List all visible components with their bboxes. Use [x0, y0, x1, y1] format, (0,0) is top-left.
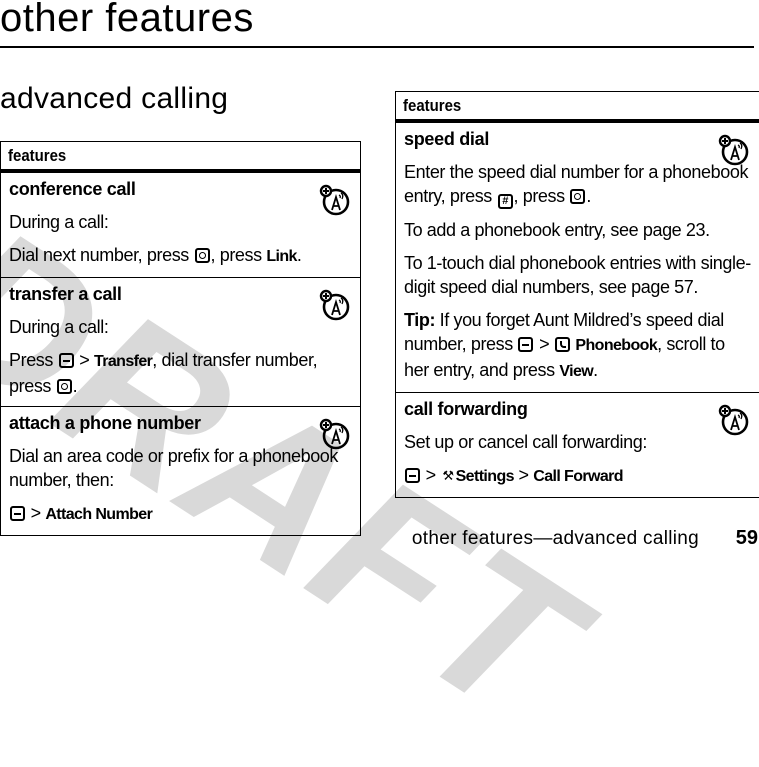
feature-text: During a call: — [9, 210, 352, 234]
page-title: other features — [0, 0, 254, 40]
network-feature-icon — [717, 133, 751, 167]
network-feature-icon — [717, 403, 751, 437]
network-feature-icon — [318, 417, 352, 451]
center-key-icon — [56, 379, 72, 394]
text-run: > — [26, 503, 46, 523]
text-run: . — [586, 186, 591, 206]
center-key-icon — [194, 248, 210, 263]
feature-title: speed dial — [404, 129, 490, 149]
features-table-right: features speed dial Enter the speed dial … — [395, 91, 759, 498]
menu-option-label: Call Forward — [533, 468, 623, 485]
text-run: . — [72, 376, 78, 396]
menu-option-label: Link — [266, 248, 297, 265]
title-divider — [0, 46, 754, 48]
text-run: Set up or cancel call forwarding: — [404, 432, 647, 452]
text-run: > — [421, 465, 441, 485]
feature-row: call forwarding Set up or cancel call for… — [396, 392, 759, 497]
text-run: , press — [513, 186, 570, 206]
feature-text: To add a phonebook entry, see page 23. — [404, 218, 751, 242]
feature-text: Dial next number, press , press Link. — [9, 243, 352, 269]
menu-key-icon — [518, 337, 534, 352]
menu-option-label: Phonebook — [575, 337, 658, 354]
menu-key-icon — [405, 468, 420, 483]
text-run: > — [513, 465, 534, 485]
center-key-icon — [570, 189, 586, 204]
text-run: . — [593, 360, 598, 380]
menu-key-icon — [10, 506, 25, 521]
tip-label: Tip: — [404, 310, 436, 330]
feature-text: Set up or cancel call forwarding: — [404, 430, 751, 454]
text-run: During a call: — [9, 317, 109, 337]
hash-key-icon: # — [497, 194, 513, 209]
text-run: To 1-touch dial phonebook entries with s… — [404, 253, 751, 297]
menu-key-icon — [58, 353, 74, 368]
feature-text: Press > Transfer, dial transfer number, … — [9, 348, 352, 398]
text-run: To add a phonebook entry, see page 23. — [404, 220, 710, 240]
feature-row: conference call During a call: Dial next n… — [1, 173, 360, 277]
feature-text: To 1-touch dial phonebook entries with s… — [404, 251, 751, 299]
feature-text: > ⚒ Settings > Call Forward — [404, 463, 751, 489]
feature-row: attach a phone number Dial an area code o… — [1, 406, 360, 535]
menu-option-label: Transfer — [93, 353, 153, 370]
text-run: , press — [210, 245, 267, 265]
table-header: features — [403, 96, 462, 115]
network-feature-icon — [318, 288, 352, 322]
features-table-left: features conference call During a call: Di… — [0, 141, 361, 536]
section-title: advanced calling — [0, 82, 229, 115]
network-feature-icon — [318, 183, 352, 217]
text-run: > — [534, 334, 554, 354]
feature-title: transfer a call — [9, 284, 122, 304]
text-run: . — [296, 245, 302, 265]
settings-icon: ⚒ — [442, 468, 454, 483]
text-run: During a call: — [9, 212, 109, 232]
text-run: Dial next number, press — [9, 245, 194, 265]
feature-text: Dial an area code or prefix for a phoneb… — [9, 444, 352, 492]
menu-option-label: View — [559, 363, 594, 380]
feature-row: speed dial Enter the speed dial number fo… — [396, 123, 759, 392]
feature-text: During a call: — [9, 315, 352, 339]
menu-option-label: Settings — [455, 468, 515, 485]
feature-text: Enter the speed dial number for a phoneb… — [404, 160, 751, 209]
text-run: Dial an area code or prefix for a phoneb… — [9, 446, 339, 490]
phonebook-icon — [554, 337, 570, 352]
page-number: 59 — [735, 527, 758, 549]
feature-text: > Attach Number — [9, 501, 352, 527]
feature-row: transfer a call During a call: Press > Tra… — [1, 277, 360, 406]
feature-text: Tip: If you forget Aunt Mildred’s speed … — [404, 308, 751, 384]
feature-title: conference call — [9, 179, 136, 199]
feature-title: attach a phone number — [9, 413, 201, 433]
feature-title: call forwarding — [404, 399, 528, 419]
text-run: > — [74, 350, 94, 370]
table-header: features — [8, 146, 67, 165]
page-footer: other features—advanced calling — [411, 528, 699, 549]
text-run: Press — [9, 350, 58, 370]
menu-option-label: Attach Number — [45, 506, 153, 523]
